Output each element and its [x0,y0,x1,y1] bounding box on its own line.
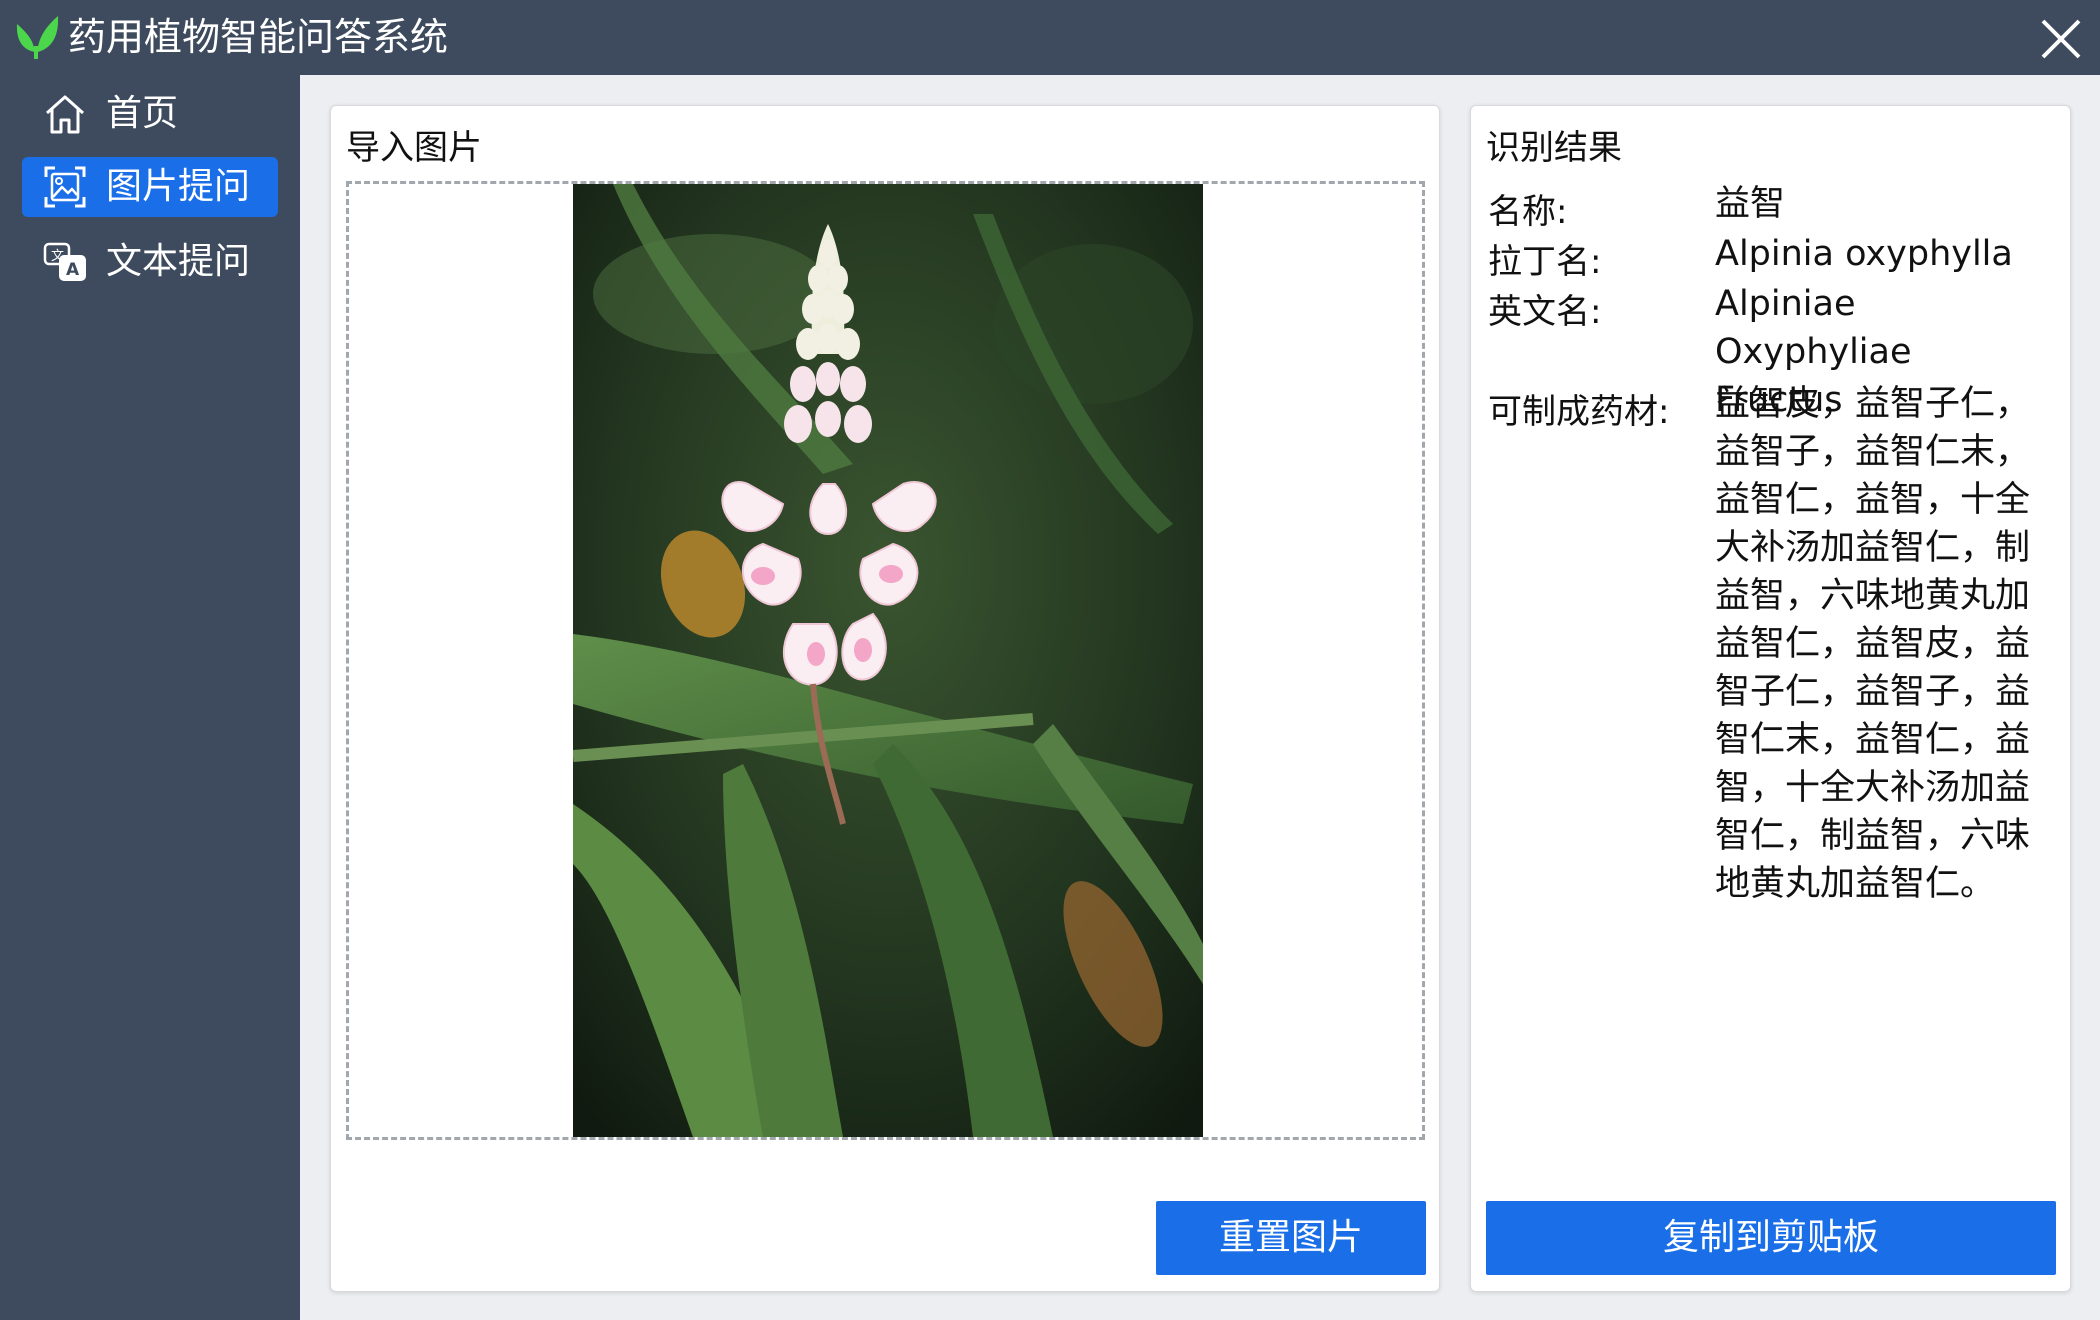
sidebar-item-image-question[interactable]: 图片提问 [22,157,278,217]
recognition-result-panel: 识别结果 名称: 益智 拉丁名: Alpinia oxyphylla 英文名: … [1470,105,2071,1292]
sidebar-item-home[interactable]: 首页 [22,84,278,144]
sprout-logo-icon [16,16,59,59]
plant-photo [573,184,1203,1137]
import-image-panel: 导入图片 重置图片 [330,105,1440,1292]
panel-title: 识别结果 [1486,128,1622,168]
svg-text:A: A [66,260,80,280]
image-drop-zone[interactable] [346,181,1425,1140]
reset-image-button[interactable]: 重置图片 [1156,1201,1426,1275]
panel-title: 导入图片 [346,128,482,168]
name-label: 名称: [1488,192,1568,232]
sidebar-item-text-question[interactable]: 文 A 文本提问 [22,232,278,292]
copy-to-clipboard-button[interactable]: 复制到剪贴板 [1486,1201,2056,1275]
image-search-icon [44,166,86,208]
name-value: 益智 [1715,184,1786,224]
herbal-materials-label: 可制成药材: [1488,392,1670,432]
sidebar-item-label: 文本提问 [106,241,251,282]
sidebar-item-label: 图片提问 [106,166,251,207]
sidebar-item-label: 首页 [106,93,179,134]
latin-name-value: Alpinia oxyphylla [1715,234,2013,274]
title-bar: 药用植物智能问答系统 [0,0,2100,75]
herbal-materials-value: 益智皮，益智子仁，益智子，益智仁末，益智仁，益智，十全大补汤加益智仁，制益智，六… [1715,384,2031,904]
home-icon [46,95,84,134]
sidebar: 首页 图片提问 文 A 文本提问 [0,75,300,1320]
app-title: 药用植物智能问答系统 [68,15,449,59]
translate-chat-icon: 文 A [43,242,86,281]
close-icon[interactable] [2030,8,2092,70]
latin-name-label: 拉丁名: [1488,242,1602,282]
english-name-label: 英文名: [1488,292,1602,332]
